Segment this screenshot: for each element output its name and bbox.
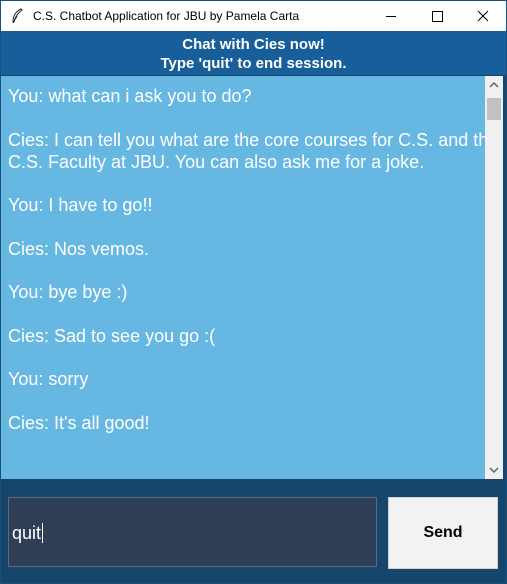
chat-message: You: what can i ask you to do? xyxy=(8,86,252,106)
maximize-icon xyxy=(432,11,443,22)
title-bar[interactable]: C.S. Chatbot Application for JBU by Pame… xyxy=(1,1,506,31)
message-input[interactable]: quit xyxy=(8,497,377,567)
chevron-up-icon xyxy=(489,81,499,88)
header-instruction: Type 'quit' to end session. xyxy=(160,55,347,72)
chat-scrollbar[interactable] xyxy=(485,76,503,479)
minimize-icon xyxy=(386,16,396,17)
minimize-button[interactable] xyxy=(368,1,414,31)
scroll-thumb[interactable] xyxy=(487,98,501,120)
close-icon xyxy=(477,10,489,22)
chat-message: You: I have to go!! xyxy=(8,195,153,215)
chat-message: You: bye bye :) xyxy=(8,282,128,302)
chat-messages: You: what can i ask you to do? Cies: I c… xyxy=(8,85,485,455)
chat-message: Cies: It's all good! xyxy=(8,412,150,433)
app-window: C.S. Chatbot Application for JBU by Pame… xyxy=(0,0,507,584)
chevron-down-icon xyxy=(489,467,499,474)
chat-log[interactable]: You: what can i ask you to do? Cies: I c… xyxy=(1,76,485,479)
chat-header-banner: Chat with Cies now! Type 'quit' to end s… xyxy=(1,31,506,75)
text-caret xyxy=(42,523,44,543)
scroll-up-button[interactable] xyxy=(485,76,503,94)
chat-message: Cies: Sad to see you go :( xyxy=(8,325,216,346)
header-title: Chat with Cies now! xyxy=(182,36,325,53)
feather-icon xyxy=(10,8,24,24)
message-input-value: quit xyxy=(12,523,42,543)
maximize-button[interactable] xyxy=(414,1,460,31)
close-button[interactable] xyxy=(460,1,506,31)
input-panel: quit Send xyxy=(1,485,506,583)
scroll-down-button[interactable] xyxy=(485,461,503,479)
chat-message: Cies: I can tell you what are the core c… xyxy=(8,129,485,172)
chat-message: You: sorry xyxy=(8,369,89,389)
window-title: C.S. Chatbot Application for JBU by Pame… xyxy=(33,9,300,23)
chat-message: Cies: Nos vemos. xyxy=(8,238,150,259)
send-button[interactable]: Send xyxy=(388,497,498,569)
